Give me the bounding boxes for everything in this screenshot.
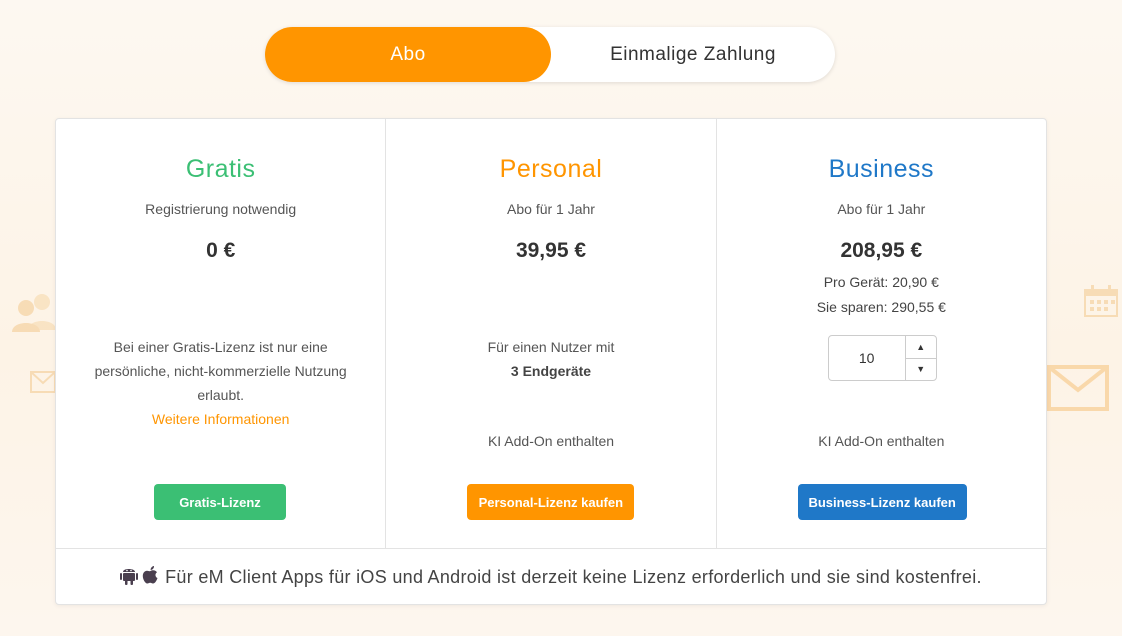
quantity-input[interactable]: 10 [829,336,905,380]
billing-toggle: Abo Einmalige Zahlung [265,27,835,82]
toggle-option-einmalige-zahlung[interactable]: Einmalige Zahlung [551,27,835,82]
plan-description: Für einen Nutzer mit 3 Endgeräte [416,335,685,383]
personal-license-buy-button[interactable]: Personal-Lizenz kaufen [467,484,635,520]
plan-price: 208,95 € [840,239,923,262]
business-license-buy-button[interactable]: Business-Lizenz kaufen [797,484,967,520]
device-count: 3 Endgeräte [510,363,592,379]
description-text: Bei einer Gratis-Lizenz ist nur eine per… [94,339,347,403]
plan-subtitle: Registrierung notwendig [145,201,297,217]
plan-title: Gratis [185,155,256,183]
plan-business: Business Abo für 1 Jahr 208,95 € Pro Ger… [715,119,1046,548]
mobile-apps-note: Für eM Client Apps für iOS und Android i… [56,549,1046,606]
envelope-decoration-icon [30,371,56,393]
plan-price: 0 € [206,239,236,262]
plan-subtitle: Abo für 1 Jahr [837,201,926,217]
envelope-decoration-icon [1047,365,1109,411]
mobile-apps-text: Für eM Client Apps für iOS und Android i… [165,567,982,587]
calendar-decoration-icon [1084,285,1118,317]
users-decoration-icon [12,294,56,332]
plan-title: Personal [499,155,603,183]
apple-icon [142,565,158,583]
plan-gratis: Gratis Registrierung notwendig 0 € Bei e… [56,119,385,548]
decrement-icon[interactable]: ▼ [905,357,936,381]
stepper-buttons: ▲ ▼ [904,336,936,381]
more-info-link[interactable]: Weitere Informationen [152,411,289,427]
plan-title: Business [828,155,935,183]
gratis-license-button[interactable]: Gratis-Lizenz [154,484,286,520]
price-per-device: Pro Gerät: 20,90 € [823,274,939,290]
ai-addon-note: KI Add-On enthalten [487,433,615,449]
savings-text: Sie sparen: 290,55 € [816,299,946,315]
toggle-option-abo[interactable]: Abo [265,27,551,82]
plan-price: 39,95 € [515,239,587,262]
plan-description: Bei einer Gratis-Lizenz ist nur eine per… [86,335,355,431]
ai-addon-note: KI Add-On enthalten [818,433,945,449]
plan-personal: Personal Abo für 1 Jahr 39,95 € Für eine… [385,119,715,548]
description-text: Für einen Nutzer mit [487,339,615,355]
android-icon [120,568,139,585]
platform-icons [120,565,159,585]
pricing-card: Gratis Registrierung notwendig 0 € Bei e… [55,118,1047,605]
quantity-stepper: 10 ▲ ▼ [827,335,937,381]
plans-row: Gratis Registrierung notwendig 0 € Bei e… [56,119,1046,549]
increment-icon[interactable]: ▲ [906,336,936,358]
plan-subtitle: Abo für 1 Jahr [507,201,595,217]
